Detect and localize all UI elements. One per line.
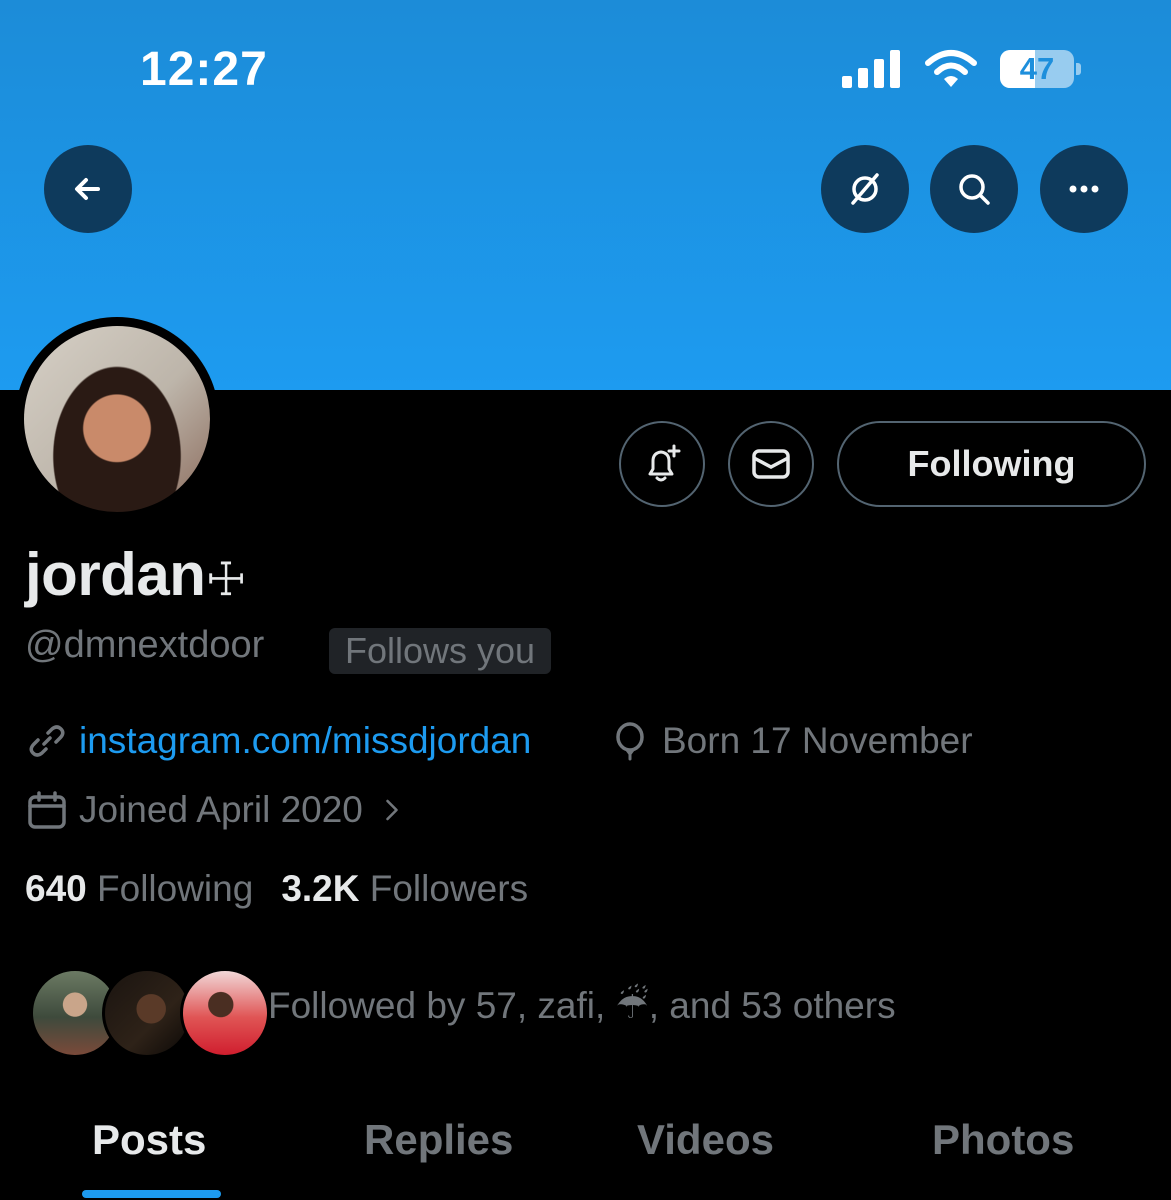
- tab-videos[interactable]: Videos: [637, 1116, 774, 1164]
- display-name-text: jordan: [25, 541, 206, 608]
- search-icon: [959, 174, 990, 205]
- tab-photos[interactable]: Photos: [932, 1116, 1074, 1164]
- followed-by-avatars[interactable]: [30, 968, 270, 1058]
- following-label: Following: [97, 868, 254, 909]
- follows-you-badge: Follows you: [329, 628, 552, 674]
- profile-tabs: Posts Replies Videos Photos: [0, 1110, 1171, 1200]
- avatar[interactable]: [24, 326, 210, 512]
- back-button[interactable]: [44, 145, 132, 233]
- follow-stats: 640 Following 3.2K Followers: [25, 868, 528, 910]
- name-cross-glyph: ☩: [205, 553, 247, 605]
- tab-posts[interactable]: Posts: [92, 1116, 206, 1164]
- display-name: jordan☩: [25, 540, 247, 609]
- grok-button[interactable]: [821, 145, 909, 233]
- profile-link-row[interactable]: instagram.com/missdjordan: [27, 720, 531, 762]
- wifi-icon: [925, 50, 977, 87]
- link-icon: [29, 725, 65, 757]
- arrow-left-icon: [75, 178, 100, 200]
- balloon-icon: [616, 722, 644, 761]
- chevron-right-icon: [386, 799, 398, 821]
- followers-label: Followers: [369, 868, 529, 909]
- birthday-text: Born 17 November: [662, 720, 973, 761]
- mutual-avatar-3: [180, 968, 270, 1058]
- search-button[interactable]: [930, 145, 1018, 233]
- status-icons: 47: [842, 48, 1081, 90]
- followed-by-text[interactable]: Followed by 57, zafi, ☔, and 53 others: [268, 984, 896, 1027]
- more-button[interactable]: [1040, 145, 1128, 233]
- birthday-row: Born 17 November: [610, 720, 973, 762]
- battery-icon: 47: [1000, 50, 1074, 88]
- joined-row[interactable]: Joined April 2020: [27, 789, 419, 831]
- avatar-ring[interactable]: [15, 317, 219, 521]
- profile-link[interactable]: instagram.com/missdjordan: [79, 720, 531, 762]
- status-time: 12:27: [140, 43, 268, 96]
- cellular-signal-icon: [842, 50, 900, 88]
- joined-text: Joined April 2020: [79, 789, 363, 830]
- following-count: 640: [25, 868, 87, 909]
- following-stat[interactable]: 640 Following: [25, 868, 253, 910]
- envelope-icon: [752, 449, 790, 479]
- message-button[interactable]: [728, 421, 814, 507]
- mutual-avatar-2: [102, 968, 192, 1058]
- calendar-icon: [28, 791, 66, 829]
- battery-level: 47: [1019, 51, 1055, 86]
- grok-icon: [851, 173, 879, 205]
- followers-count: 3.2K: [281, 868, 360, 909]
- battery-cap: [1076, 63, 1081, 75]
- bell-plus-icon: [648, 444, 681, 482]
- more-dots-icon: [1069, 185, 1099, 193]
- following-button[interactable]: Following: [837, 421, 1146, 507]
- followers-stat[interactable]: 3.2K Followers: [281, 868, 528, 910]
- tab-replies[interactable]: Replies: [364, 1116, 513, 1164]
- username-handle: @dmnextdoor: [25, 624, 265, 666]
- active-tab-indicator: [82, 1190, 221, 1198]
- notifications-button[interactable]: [619, 421, 705, 507]
